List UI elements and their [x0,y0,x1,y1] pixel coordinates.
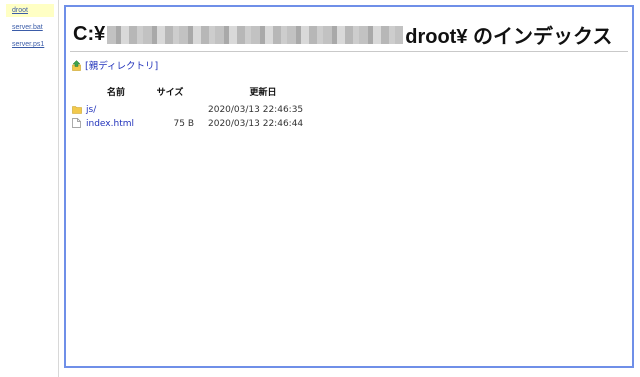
redacted-path-segment [107,25,404,44]
folder-icon [72,105,82,114]
column-header-modified: 更新日 [249,88,277,98]
sidebar-item-server-bat[interactable]: server.bat [6,21,54,34]
column-header-name: 名前 [106,88,125,98]
file-icon [72,118,81,129]
title-prefix: C:¥ [73,23,106,45]
file-modified: 2020/03/13 22:46:35 [208,104,304,115]
file-size: 75 B [173,118,195,129]
content-frame: C:¥ droot¥ のインデックス [親ディレクトリ] 名前 サイズ 更新日 [64,5,634,368]
folder-up-icon [72,59,81,71]
parent-directory-link[interactable]: [親ディレクトリ] [72,58,158,72]
file-modified: 2020/03/13 22:46:44 [208,118,304,129]
file-size [146,104,208,118]
title-suffix: droot¥ のインデックス [405,26,613,48]
parent-directory-label[interactable]: [親ディレクトリ] [85,58,158,72]
directory-listing-table: 名前 サイズ 更新日 js/ 2020/03/13 22:46:35 index… [72,85,318,132]
title-divider [70,51,628,52]
file-link[interactable]: index.html [86,119,134,129]
table-row: index.html 75 B 2020/03/13 22:46:44 [72,118,318,132]
table-header-row: 名前 サイズ 更新日 [72,85,318,104]
column-header-size: サイズ [156,88,184,98]
sidebar-item-droot[interactable]: droot [6,4,54,17]
sidebar-item-server-ps1[interactable]: server.ps1 [6,38,54,51]
file-link[interactable]: js/ [86,105,96,115]
page-title: C:¥ droot¥ のインデックス [73,20,612,49]
table-row: js/ 2020/03/13 22:46:35 [72,104,318,118]
sidebar: droot server.bat server.ps1 [0,0,59,377]
